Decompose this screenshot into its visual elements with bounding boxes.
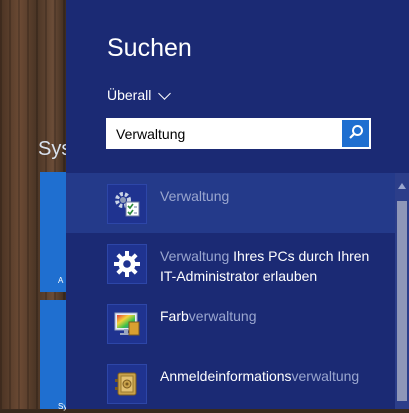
search-button[interactable] [342,120,369,147]
search-icon [348,124,364,144]
pane-title: Suchen [107,34,192,62]
search-charm-pane: Suchen Überall Verwaltung Verwaltung Ver… [66,0,409,409]
gear-icon [107,244,147,284]
result-label: Verwaltung [160,188,230,204]
search-scope-dropdown[interactable]: Überall [107,86,172,103]
chevron-down-icon [158,86,172,100]
color-management-icon [107,304,147,344]
result-label: Verwaltung Ihres PCs durch Ihren IT-Admi… [160,248,370,284]
search-result-item[interactable]: Verwaltung Ihres PCs durch Ihren IT-Admi… [66,233,395,293]
search-result-item[interactable]: Anmeldeinformationsverwaltung [66,353,395,413]
result-label: Farbverwaltung [160,308,257,324]
admin-tools-icon [107,184,147,224]
search-box [106,118,371,149]
search-input[interactable] [106,119,346,148]
scroll-thumb[interactable] [397,201,407,401]
results-scrollbar[interactable] [395,173,409,409]
search-result-item[interactable]: Farbverwaltung [66,293,395,353]
credential-vault-icon [107,364,147,404]
tile-label: A [58,276,64,285]
search-results-list: Verwaltung Verwaltung Ihres PCs durch Ih… [66,173,395,413]
scroll-up-arrow-icon[interactable] [398,183,406,189]
start-tile[interactable]: Sy [40,300,68,411]
start-tile[interactable]: A [40,172,68,292]
result-label: Anmeldeinformationsverwaltung [160,368,360,384]
search-result-item[interactable]: Verwaltung [66,173,395,233]
search-scope-label: Überall [107,87,152,103]
